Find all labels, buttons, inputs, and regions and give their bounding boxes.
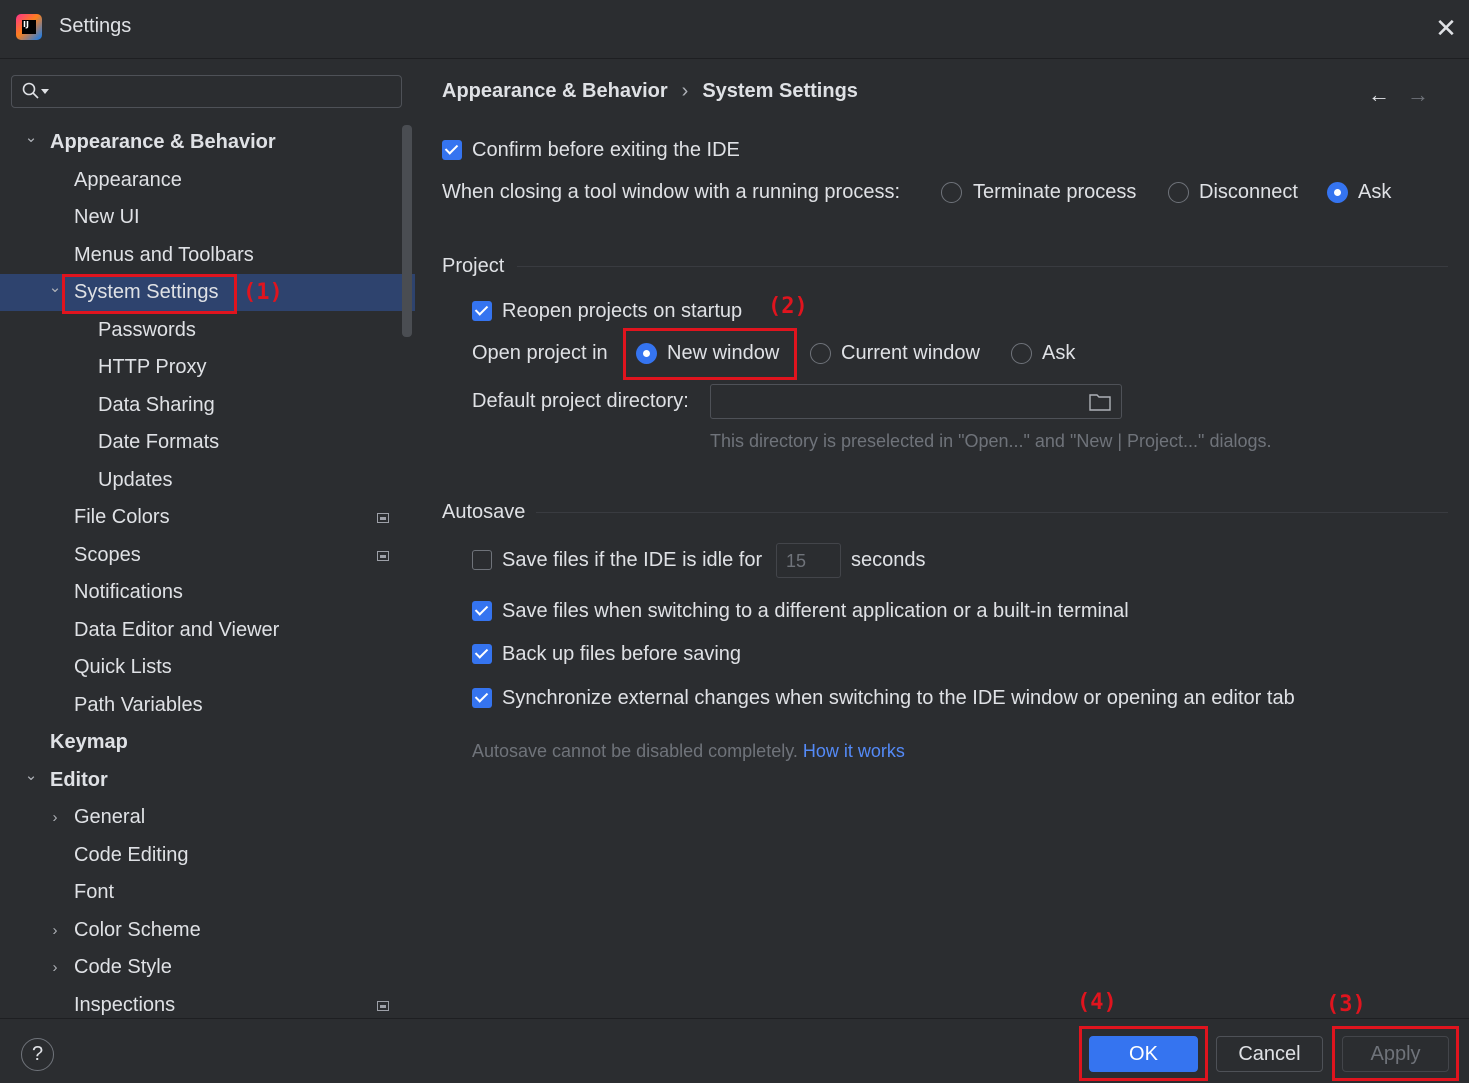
project-level-icon — [377, 550, 389, 561]
sidebar-item-new-ui[interactable]: New UI — [74, 199, 140, 236]
breadcrumb-parent[interactable]: Appearance & Behavior — [442, 80, 668, 102]
chevron-down-icon[interactable]: ⌄ — [23, 767, 39, 784]
ask-radio[interactable] — [1327, 182, 1348, 203]
sidebar-item-file-colors[interactable]: File Colors — [74, 499, 170, 536]
annotation-3: (3) — [1326, 992, 1366, 1017]
disconnect-radio[interactable] — [1168, 182, 1189, 203]
chevron-down-icon[interactable]: ⌄ — [23, 130, 39, 146]
title-bar — [0, 0, 1469, 59]
sidebar-item-appearance[interactable]: Appearance — [74, 162, 182, 199]
closing-tool-label: When closing a tool window with a runnin… — [442, 181, 901, 203]
sidebar-item-editor[interactable]: Editor — [50, 762, 108, 799]
ask-label: Ask — [1358, 181, 1392, 203]
idle-save-checkbox[interactable] — [472, 550, 492, 570]
close-icon[interactable]: ✕ — [1432, 14, 1460, 42]
sidebar-item-http-proxy[interactable]: HTTP Proxy — [98, 349, 207, 386]
sidebar-item-code-style[interactable]: Code Style — [74, 949, 172, 986]
open-ask-label: Ask — [1042, 342, 1076, 364]
default-dir-hint: This directory is preselected in "Open..… — [710, 431, 1272, 451]
autosave-note-text: Autosave cannot be disabled completely. — [472, 741, 798, 761]
idle-seconds-input[interactable]: 15 — [776, 543, 841, 578]
idle-save-label: Save files if the IDE is idle for — [502, 549, 763, 571]
project-divider — [517, 266, 1448, 267]
sidebar-item-appearance-behavior[interactable]: Appearance & Behavior — [50, 124, 276, 161]
terminate-process-radio[interactable] — [941, 182, 962, 203]
search-icon — [22, 82, 39, 99]
back-arrow-icon[interactable]: ← — [1368, 82, 1390, 108]
sidebar-item-general[interactable]: General — [74, 799, 145, 836]
settings-sidebar: Appearance & Behavior ⌄ Appearance New UI Me… — [0, 59, 415, 1018]
sidebar-item-notifications[interactable]: Notifications — [74, 574, 183, 611]
sidebar-item-quick-lists[interactable]: Quick Lists — [74, 649, 172, 686]
sidebar-item-date-formats[interactable]: Date Formats — [98, 424, 219, 461]
sidebar-item-color-scheme[interactable]: Color Scheme — [74, 912, 201, 949]
project-level-icon — [377, 513, 389, 523]
sidebar-item-data-sharing[interactable]: Data Sharing — [98, 387, 215, 424]
annotation-4: (4) — [1077, 990, 1117, 1015]
reopen-projects-checkbox[interactable] — [472, 301, 492, 321]
backup-label: Back up files before saving — [502, 643, 742, 665]
highlight-ok — [1079, 1026, 1208, 1081]
sync-external-label: Synchronize external changes when switch… — [502, 687, 1295, 709]
sidebar-item-path-variables[interactable]: Path Variables — [74, 687, 203, 724]
chevron-right-icon[interactable]: › — [47, 960, 63, 976]
highlight-system-settings — [62, 274, 237, 314]
confirm-exit-label: Confirm before exiting the IDE — [472, 139, 740, 161]
disconnect-label: Disconnect — [1199, 181, 1298, 203]
highlight-new-window — [623, 328, 797, 380]
confirm-exit-checkbox[interactable] — [442, 140, 462, 160]
how-it-works-link[interactable]: How it works — [803, 741, 905, 761]
backup-checkbox[interactable] — [472, 644, 492, 664]
default-dir-field[interactable] — [710, 384, 1122, 419]
autosave-section-title: Autosave — [442, 501, 526, 523]
chevron-right-icon[interactable]: › — [47, 810, 63, 826]
autosave-note: Autosave cannot be disabled completely. … — [472, 739, 905, 763]
open-ask-radio[interactable] — [1011, 343, 1032, 364]
sidebar-scrollbar[interactable] — [402, 125, 412, 337]
sidebar-item-menus-and-toolbars[interactable]: Menus and Toolbars — [74, 237, 254, 274]
annotation-1: (1) — [243, 280, 283, 305]
sidebar-item-updates[interactable]: Updates — [98, 462, 173, 499]
current-window-label: Current window — [841, 342, 980, 364]
help-button[interactable]: ? — [21, 1038, 54, 1071]
breadcrumb: Appearance & Behavior › System Settings — [442, 80, 858, 103]
idle-unit-label: seconds — [851, 549, 926, 571]
reopen-projects-label: Reopen projects on startup — [502, 300, 743, 322]
terminate-process-label: Terminate process — [973, 181, 1137, 203]
sidebar-item-font[interactable]: Font — [74, 874, 114, 911]
intellij-logo-icon: IJ — [16, 14, 42, 40]
sidebar-item-inspections[interactable]: Inspections — [74, 987, 175, 1019]
project-section-title: Project — [442, 255, 505, 277]
breadcrumb-separator: › — [681, 80, 689, 102]
sidebar-item-data-editor-and-viewer[interactable]: Data Editor and Viewer — [74, 612, 279, 649]
idle-seconds-value: 15 — [786, 551, 807, 571]
annotation-2: (2) — [768, 294, 808, 319]
sidebar-item-passwords[interactable]: Passwords — [98, 312, 196, 349]
sidebar-item-scopes[interactable]: Scopes — [74, 537, 141, 574]
window-title: Settings — [59, 15, 132, 37]
search-options-icon[interactable] — [41, 89, 49, 95]
chevron-down-icon[interactable]: ⌄ — [47, 280, 63, 296]
forward-arrow-icon: → — [1407, 82, 1429, 107]
folder-icon[interactable] — [1089, 393, 1111, 411]
sync-external-checkbox[interactable] — [472, 688, 492, 708]
breadcrumb-current: System Settings — [702, 80, 858, 102]
save-on-switch-label: Save files when switching to a different… — [502, 600, 1129, 622]
sidebar-item-keymap[interactable]: Keymap — [50, 724, 128, 761]
highlight-apply — [1332, 1026, 1459, 1081]
sidebar-item-code-editing[interactable]: Code Editing — [74, 837, 189, 874]
save-on-switch-checkbox[interactable] — [472, 601, 492, 621]
search-input[interactable] — [11, 75, 402, 108]
current-window-radio[interactable] — [810, 343, 831, 364]
project-level-icon — [377, 1000, 389, 1011]
open-project-in-label: Open project in — [472, 342, 608, 364]
chevron-right-icon[interactable]: › — [47, 922, 63, 939]
cancel-button[interactable]: Cancel — [1216, 1036, 1323, 1072]
autosave-divider — [536, 512, 1448, 513]
default-dir-label: Default project directory: — [472, 390, 689, 412]
